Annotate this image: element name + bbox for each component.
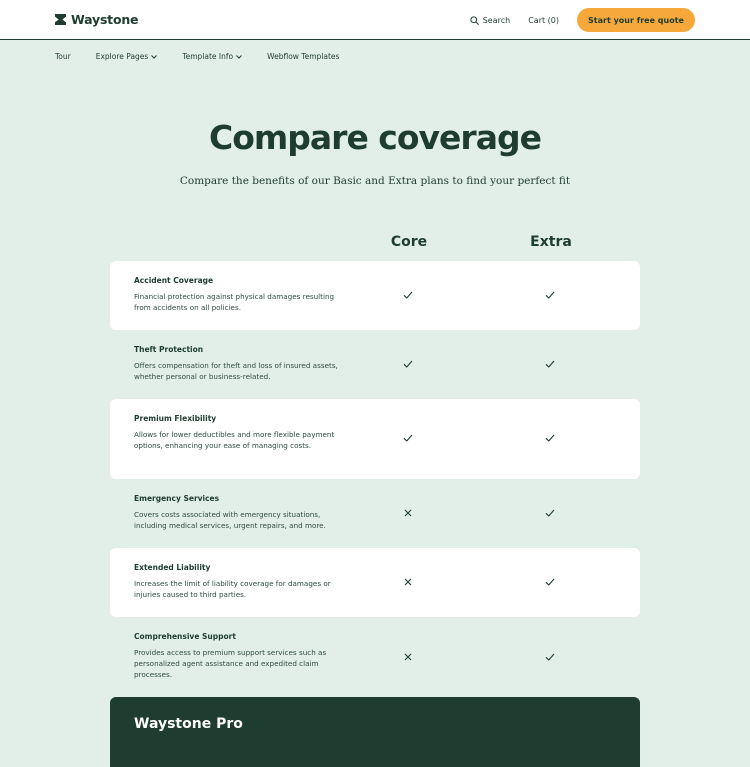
row-text: Accident Coverage Financial protection a…: [134, 276, 339, 313]
row-description: Allows for lower deductibles and more fl…: [134, 430, 335, 450]
check-icon: [545, 509, 555, 517]
check-icon: [545, 578, 555, 586]
cart-link[interactable]: Cart (0): [528, 16, 559, 25]
subnav-label: Explore Pages: [95, 52, 149, 61]
subnav-item-template-info[interactable]: Template Info: [182, 52, 242, 61]
free-quote-button[interactable]: Start your free quote: [577, 8, 695, 32]
check-icon: [403, 291, 413, 299]
chevron-down-icon: [236, 54, 242, 59]
search-icon: [470, 15, 479, 25]
subnav-item-webflow-templates[interactable]: Webflow Templates: [267, 52, 339, 61]
top-header: Waystone Search Cart (0) Start your free…: [0, 0, 750, 40]
cross-icon: [404, 653, 412, 661]
subnav-item-explore-pages[interactable]: Explore Pages: [96, 52, 158, 61]
hourglass-logo-icon: [55, 14, 66, 25]
row-title: Comprehensive Support: [134, 632, 236, 641]
table-row: Comprehensive Support Provides access to…: [110, 617, 640, 697]
row-title: Premium Flexibility: [134, 414, 217, 423]
row-text: Theft Protection Offers compensation for…: [134, 345, 339, 382]
cross-icon: [404, 509, 412, 517]
cross-icon: [404, 578, 412, 586]
pro-title: Waystone Pro: [134, 716, 243, 732]
row-text: Emergency Services Covers costs associat…: [134, 494, 339, 531]
check-icon: [545, 291, 555, 299]
row-title: Accident Coverage: [134, 276, 214, 285]
row-text: Premium Flexibility Allows for lower ded…: [134, 414, 339, 451]
subnav-label: Webflow Templates: [267, 52, 340, 61]
row-description: Provides access to premium support servi…: [134, 648, 327, 679]
search-button[interactable]: Search: [470, 16, 510, 25]
table-row: Emergency Services Covers costs associat…: [110, 479, 640, 548]
check-icon: [403, 360, 413, 368]
header-actions: Search Cart (0) Start your free quote: [470, 8, 695, 32]
column-header-extra: Extra: [530, 234, 572, 250]
check-icon: [403, 434, 413, 442]
subnav-label: Template Info: [182, 52, 234, 61]
row-description: Covers costs associated with emergency s…: [134, 510, 326, 530]
brand-logo[interactable]: Waystone: [55, 12, 139, 27]
table-row: Extended Liability Increases the limit o…: [110, 548, 640, 617]
page-title: Compare coverage: [209, 118, 542, 157]
search-label: Search: [482, 15, 511, 25]
row-text: Extended Liability Increases the limit o…: [134, 563, 339, 600]
table-row: Premium Flexibility Allows for lower ded…: [110, 399, 640, 479]
waystone-pro-banner: Waystone Pro: [110, 697, 640, 767]
table-row: Theft Protection Offers compensation for…: [110, 330, 640, 399]
check-icon: [545, 653, 555, 661]
subnav-item-tour[interactable]: Tour: [55, 52, 71, 61]
column-header-core: Core: [390, 234, 428, 250]
row-text: Comprehensive Support Provides access to…: [134, 632, 339, 680]
subnav-label: Tour: [55, 52, 71, 61]
chevron-down-icon: [151, 54, 158, 59]
check-icon: [545, 360, 555, 368]
row-description: Increases the limit of liability coverag…: [134, 579, 331, 599]
row-description: Financial protection against physical da…: [134, 292, 335, 312]
check-icon: [545, 434, 555, 442]
row-description: Offers compensation for theft and loss o…: [134, 361, 338, 381]
row-title: Emergency Services: [134, 494, 220, 503]
brand-name: Waystone: [71, 12, 139, 27]
table-row: Accident Coverage Financial protection a…: [110, 261, 640, 330]
sub-navigation: Tour Explore Pages Template Info Webflow…: [55, 52, 364, 61]
comparison-table: Accident Coverage Financial protection a…: [110, 261, 640, 697]
row-title: Theft Protection: [134, 345, 204, 354]
page-subtitle: Compare the benefits of our Basic and Ex…: [179, 175, 571, 187]
row-title: Extended Liability: [134, 563, 211, 572]
